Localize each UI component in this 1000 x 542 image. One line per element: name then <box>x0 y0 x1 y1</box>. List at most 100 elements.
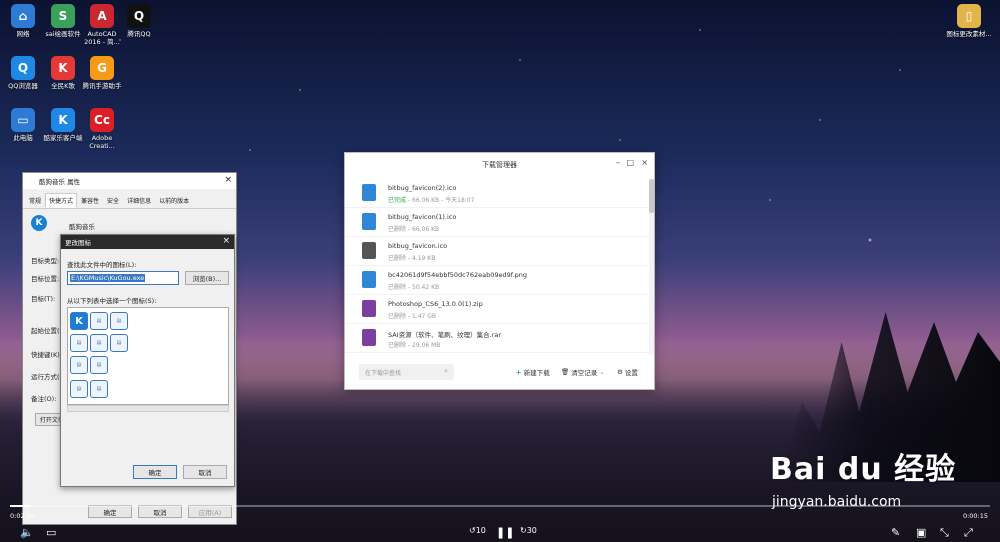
download-size: 50.42 KB <box>412 284 440 291</box>
total-time: 0:00:15 <box>962 512 988 520</box>
baidu-logo: Bai du 经验 <box>770 452 957 487</box>
tab-general[interactable]: 常规 <box>25 193 45 208</box>
rewind-label: 10 <box>475 526 486 535</box>
target-type-label: 目标类型: <box>31 257 60 265</box>
trash-icon: 🗑 <box>561 368 570 376</box>
icon-path-input[interactable]: E:\KGMusic\KuGou.exe <box>67 271 179 285</box>
download-item[interactable]: bc42061d9f54ebbf50dc762eab09ed9f.png 已删除 … <box>345 266 650 295</box>
picture-in-picture-icon[interactable]: ▣ <box>916 526 926 539</box>
new-download-button[interactable]: + 新建下载 <box>515 367 550 378</box>
file-icon[interactable]: ▤ <box>110 334 128 352</box>
desktop-icon-label: 图标更改素材... <box>946 30 992 38</box>
ok-button[interactable]: 确定 <box>133 465 177 479</box>
shortcut-key-label: 快捷键(K): <box>31 351 63 359</box>
download-size: 1.47 GB <box>412 313 437 320</box>
dialog-title-text: 更改图标 <box>65 239 91 247</box>
forward-label: 30 <box>526 526 537 535</box>
desktop-icon[interactable]: Cc Adobe Creati... <box>79 108 125 150</box>
settings-button[interactable]: ⚙ 设置 <box>617 367 638 377</box>
qq-browser-icon: Q <box>11 56 35 80</box>
file-icon[interactable]: ▤ <box>70 334 88 352</box>
file-icon[interactable]: ▤ <box>70 356 88 374</box>
close-icon[interactable]: × <box>224 175 232 185</box>
pause-icon[interactable]: ❚❚ <box>496 526 514 539</box>
download-list: bitbug_favicon(2).ico 已完成 - 66.06 KB - 今天… <box>345 179 650 355</box>
volume-icon[interactable]: 🔈 <box>20 526 34 539</box>
fullscreen-icon[interactable]: ⤢ <box>964 526 973 540</box>
file-icon[interactable]: ▤ <box>90 356 108 374</box>
download-file-name: bc42061d9f54ebbf50dc762eab09ed9f.png <box>388 271 528 279</box>
desktop-icon-label: Adobe Creati... <box>89 134 115 150</box>
properties-dialog-title: 酷狗音乐 属性 × <box>23 173 236 189</box>
download-status-line: 已删除 - 1.47 GB <box>388 313 437 320</box>
properties-tabs: 常规 快捷方式 兼容性 安全 详细信息 以前的版本 <box>23 189 236 209</box>
search-icon: ⌕ <box>444 367 448 375</box>
kge-icon: K <box>51 56 75 80</box>
tab-compatibility[interactable]: 兼容性 <box>77 193 103 208</box>
maximize-icon[interactable]: □ <box>626 158 634 167</box>
tab-shortcut[interactable]: 快捷方式 <box>45 193 78 208</box>
dialog-title-text: 酷狗音乐 属性 <box>39 178 81 186</box>
subtitle-icon[interactable]: ▭ <box>46 526 56 539</box>
ico-file-icon <box>362 213 376 230</box>
download-time: 今天18:07 <box>445 197 475 204</box>
download-size: 29.06 MB <box>412 342 441 349</box>
ico-file-icon <box>362 242 376 259</box>
zip-file-icon <box>362 300 376 317</box>
file-icon[interactable]: ▤ <box>90 380 108 398</box>
download-status: 已删除 <box>388 284 407 291</box>
close-icon[interactable]: × <box>222 236 230 246</box>
download-file-name: bitbug_favicon.ico <box>388 242 448 250</box>
icon-grid[interactable]: K ▤ ▤ ▤ ▤ ▤ ▤ ▤ ▤ ▤ <box>67 307 229 405</box>
qq-icon: Q <box>127 4 151 28</box>
desktop-icon[interactable]: Q 腾讯QQ <box>116 4 162 38</box>
desktop-icon[interactable]: ▯ 图标更改素材... <box>946 4 992 38</box>
desktop-icon-label: 腾讯QQ <box>127 30 151 38</box>
download-item[interactable]: bitbug_favicon.ico 已删除 - 4.19 KB <box>345 237 650 266</box>
download-item[interactable]: Photoshop_CS6_13.0.0(1).zip 已删除 - 1.47 GB <box>345 295 650 324</box>
file-icon[interactable]: ▤ <box>110 312 128 330</box>
scrollbar-thumb[interactable] <box>649 179 654 213</box>
vertical-scrollbar[interactable] <box>649 179 654 355</box>
download-status-line: 已删除 - 29.06 MB <box>388 342 441 349</box>
window-title-text: 下载管理器 <box>482 161 517 169</box>
cancel-button[interactable]: 取消 <box>183 465 227 479</box>
find-icons-label: 查找此文件中的图标(L): <box>67 261 137 269</box>
tab-previous-versions[interactable]: 以前的版本 <box>155 193 193 208</box>
desktop-icon[interactable]: G 腾讯手游助手 <box>79 56 125 90</box>
download-file-name: bitbug_favicon(1).ico <box>388 213 457 221</box>
file-icon[interactable]: ▤ <box>90 312 108 330</box>
download-status-line: 已删除 - 66.06 KB <box>388 226 440 233</box>
download-item[interactable]: bitbug_favicon(2).ico 已完成 - 66.06 KB - 今天… <box>345 179 650 208</box>
forward-button[interactable]: ↻30 <box>520 526 537 535</box>
progress-fill <box>10 505 30 507</box>
download-search-input[interactable]: 在下载中查找 ⌕ <box>359 364 454 380</box>
video-progress-bar[interactable] <box>10 505 990 507</box>
pen-icon[interactable]: ✎ <box>891 526 900 539</box>
file-icon[interactable]: ▤ <box>90 334 108 352</box>
clear-records-button[interactable]: 🗑 清空记录 ⌄ <box>561 367 605 377</box>
minimize-icon[interactable]: – <box>616 158 620 167</box>
download-item[interactable]: SAI资源（软件、笔刷、纹理）集合.rar 已删除 - 29.06 MB <box>345 324 650 353</box>
gear-icon: ⚙ <box>617 368 623 376</box>
kugou-icon[interactable]: K <box>70 312 88 330</box>
settings-label: 设置 <box>624 369 638 377</box>
desktop-icon-label: 腾讯手游助手 <box>82 82 122 90</box>
download-size: 66.06 KB <box>412 226 440 233</box>
tab-details[interactable]: 详细信息 <box>123 193 155 208</box>
download-item[interactable]: bitbug_favicon(1).ico 已删除 - 66.06 KB <box>345 208 650 237</box>
game-assistant-icon: G <box>90 56 114 80</box>
new-download-label: 新建下载 <box>523 369 550 377</box>
tab-security[interactable]: 安全 <box>103 193 123 208</box>
autocad-icon: A <box>90 4 114 28</box>
download-status: 已删除 <box>388 342 407 349</box>
close-icon[interactable]: × <box>641 158 648 167</box>
browse-button[interactable]: 浏览(B)... <box>185 271 229 285</box>
rewind-button[interactable]: ↺10 <box>469 526 486 535</box>
horizontal-scrollbar[interactable] <box>67 405 229 412</box>
shrink-icon[interactable]: ⤡ <box>940 526 949 540</box>
file-icon[interactable]: ▤ <box>70 380 88 398</box>
change-icon-title: 更改图标 × <box>61 235 234 249</box>
download-size: 66.06 KB <box>412 197 440 204</box>
download-status-line: 已删除 - 4.19 KB <box>388 255 436 262</box>
